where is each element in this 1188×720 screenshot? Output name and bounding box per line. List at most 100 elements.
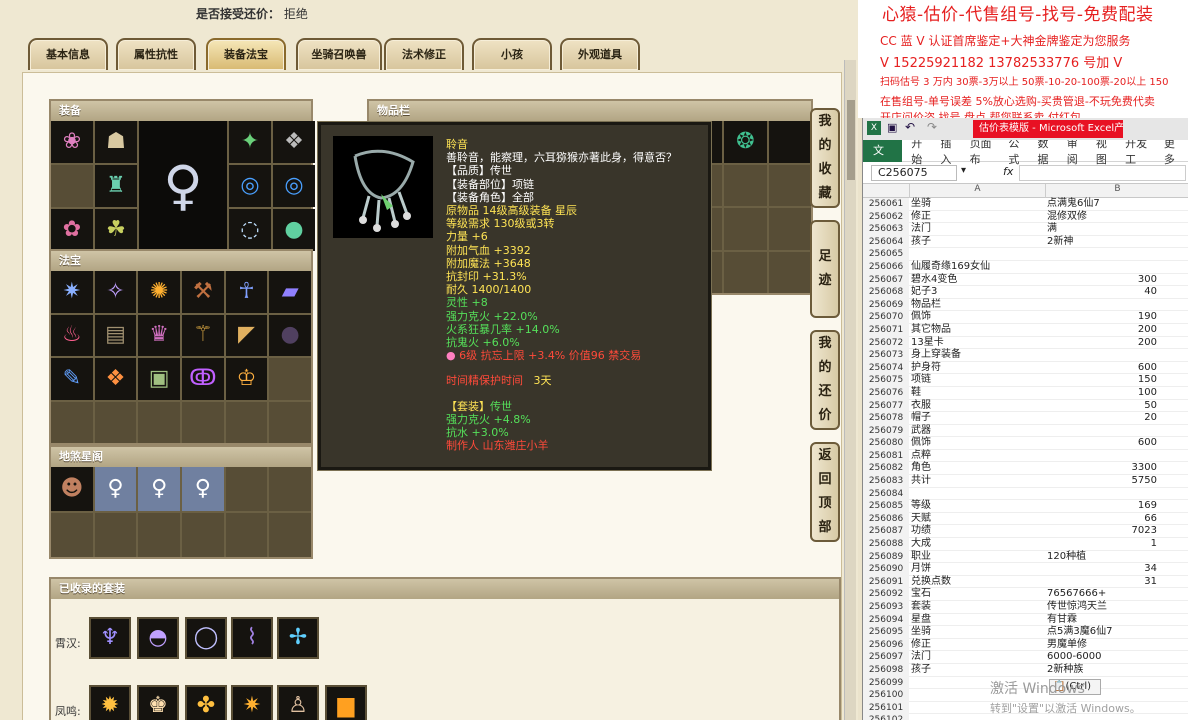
cell-b[interactable]: 34 [1047,563,1157,576]
sheet-row[interactable]: 256097 法门 6000-6000 [863,651,1188,664]
row-number[interactable]: 256083 [863,475,909,488]
cell-a[interactable]: 身上穿装备 [911,349,1045,362]
sheet-row[interactable]: 256061 坐骑 点满鬼6仙7 [863,198,1188,211]
cell-a[interactable]: 佩饰 [911,437,1045,450]
cell-b[interactable]: 点满鬼6仙7 [1047,198,1157,211]
undo-icon[interactable]: ↶ [905,120,915,134]
sheet-row[interactable]: 256078 帽子 20 [863,412,1188,425]
equip-slot[interactable]: ◎ [273,165,315,207]
spirit-slot[interactable]: ♀ [138,467,180,511]
cell-a[interactable]: 套装 [911,601,1045,614]
sheet-row[interactable]: 256070 佩饰 190 [863,311,1188,324]
row-number[interactable]: 256080 [863,437,909,450]
save-icon[interactable]: ▣ [887,121,897,134]
sheet-row[interactable]: 256087 功绩 7023 [863,525,1188,539]
treasure-slot[interactable]: ♔ [225,358,268,400]
cell-a[interactable]: 功绩 [911,525,1045,538]
row-number[interactable]: 256082 [863,462,909,476]
sheet-row[interactable]: 256091 兑换点数 31 [863,575,1188,589]
row-number[interactable]: 256066 [863,260,909,274]
cell-a[interactable]: 法门 [911,651,1045,664]
back-to-top-button[interactable]: 返回顶部 [810,442,840,542]
cell-a[interactable]: 13星卡 [911,337,1045,350]
cell-a[interactable]: 坐骑 [911,198,1045,211]
footprint-button[interactable]: 足迹 [810,220,840,318]
row-number[interactable]: 256073 [863,349,909,362]
fx-icon[interactable]: fx [1003,165,1013,178]
cell-a[interactable]: 角色 [911,462,1045,475]
treasure-slot[interactable]: ♛ [138,314,180,356]
cell-b[interactable]: 5750 [1047,475,1157,488]
cell-a[interactable]: 武器 [911,425,1045,438]
row-number[interactable]: 256081 [863,449,909,463]
spirit-slot[interactable]: ♀ [182,467,224,511]
row-number[interactable]: 256077 [863,399,909,413]
row-number[interactable]: 256071 [863,323,909,337]
sheet-row[interactable]: 256071 其它物品 200 [863,323,1188,337]
suit-icon[interactable]: ✷ [231,685,273,720]
equip-slot[interactable]: ● [273,209,315,251]
cell-b[interactable]: 100 [1047,387,1157,400]
row-number[interactable]: 256100 [863,689,909,702]
tab-child[interactable]: 小孩 [472,38,552,70]
tab-appearance[interactable]: 外观道具 [560,38,640,70]
suit-icon[interactable]: ◯ [185,617,227,659]
cell-a[interactable]: 帽子 [911,412,1045,425]
row-number[interactable]: 256101 [863,701,909,715]
sheet-row[interactable]: 256096 修正 男魔单修 [863,638,1188,652]
row-number[interactable]: 256093 [863,601,909,614]
scrollbar-thumb[interactable] [847,100,855,180]
spirit-slot[interactable]: ☻ [51,467,93,511]
equip-slot[interactable]: ◎ [229,165,271,207]
tab-basic-info[interactable]: 基本信息 [28,38,108,70]
treasure-slot[interactable]: ● [269,314,311,356]
row-number[interactable]: 256061 [863,198,909,211]
suit-icon[interactable]: ♆ [89,617,131,659]
suit-icon[interactable]: ♙ [277,685,319,720]
suit-icon[interactable]: ✤ [185,685,227,720]
sheet-row[interactable]: 256076 鞋 100 [863,386,1188,400]
cell-a[interactable]: 星盘 [911,614,1045,627]
row-number[interactable]: 256097 [863,651,909,664]
cell-a[interactable]: 孩子 [911,236,1045,249]
row-number[interactable]: 256102 [863,714,909,720]
suit-icon[interactable]: ▆ [325,685,367,720]
cell-b[interactable]: 20 [1047,412,1157,425]
cell-b[interactable]: 169 [1047,500,1157,513]
cell-b[interactable]: 76567666+ [1047,588,1157,601]
tab-mounts-pets[interactable]: 坐骑召唤兽 [296,38,382,70]
row-number[interactable]: 256094 [863,613,909,627]
treasure-slot[interactable]: ⚚ [182,314,224,356]
cell-b[interactable]: 混修双修 [1047,211,1157,224]
row-number[interactable]: 256099 [863,676,909,690]
treasure-slot[interactable]: ✎ [51,358,93,400]
cell-b[interactable]: 男魔单修 [1047,639,1157,652]
sheet-row[interactable]: 256094 星盘 有甘霖 [863,613,1188,627]
spirit-slot[interactable]: ♀ [94,467,137,511]
cell-a[interactable]: 职业 [911,551,1045,564]
cell-b[interactable]: 40 [1047,286,1157,299]
cell-b[interactable]: 3300 [1047,462,1157,475]
row-number[interactable]: 256096 [863,638,909,652]
sheet-row[interactable]: 256083 共计 5750 [863,475,1188,488]
cell-a[interactable]: 物品栏 [911,299,1045,312]
cell-a[interactable]: 孩子 [911,664,1045,677]
equip-slot[interactable]: ❖ [273,121,315,163]
cell-b[interactable]: 50 [1047,400,1157,413]
equip-slot[interactable]: ✦ [229,121,271,163]
sheet-row[interactable]: 256074 护身符 600 [863,361,1188,375]
cell-a[interactable]: 宝石 [911,588,1045,601]
sheet-row[interactable]: 256090 月饼 34 [863,563,1188,576]
sheet-row[interactable]: 256084 [863,487,1188,501]
row-number[interactable]: 256075 [863,374,909,387]
cell-b[interactable]: 200 [1047,324,1157,337]
row-number[interactable]: 256092 [863,588,909,601]
cell-b[interactable]: 600 [1047,437,1157,450]
row-number[interactable]: 256072 [863,336,909,350]
cell-a[interactable]: 修正 [911,211,1045,224]
row-number[interactable]: 256068 [863,286,909,299]
treasure-slot[interactable]: ❖ [94,358,137,400]
cell-a[interactable]: 等级 [911,500,1045,513]
sheet-row[interactable]: 256075 项链 150 [863,374,1188,387]
row-number[interactable]: 256074 [863,361,909,375]
